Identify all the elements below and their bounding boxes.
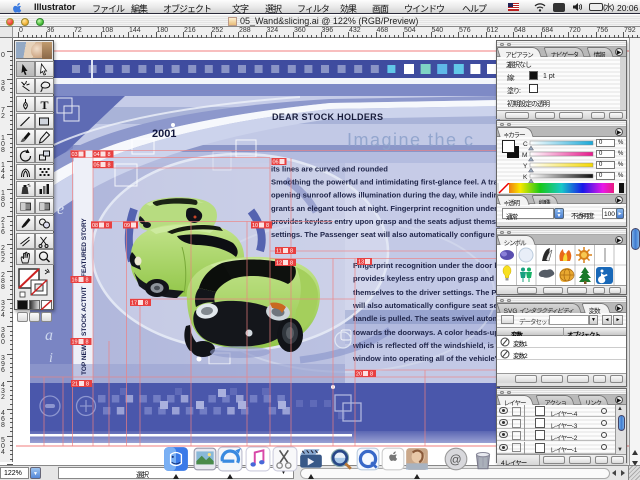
svg-text:DEAR STOCK HOLDERS: DEAR STOCK HOLDERS <box>272 112 383 122</box>
svg-text:8: 8 <box>370 372 373 378</box>
svg-text:04: 04 <box>94 152 100 158</box>
svg-text:Smoothing the powerful and int: Smoothing the powerful and intimidating … <box>271 178 499 187</box>
svg-text:opening sunroof allows illumin: opening sunroof allows illumination duri… <box>271 191 501 200</box>
svg-text:@: @ <box>450 452 462 466</box>
svg-text:12: 12 <box>276 261 282 267</box>
svg-text:8: 8 <box>86 382 89 388</box>
svg-text:8: 8 <box>290 249 293 255</box>
svg-text:K: K <box>523 174 528 181</box>
svg-text:8: 8 <box>145 301 148 307</box>
svg-text:8: 8 <box>108 163 111 169</box>
svg-text:T: T <box>41 98 49 111</box>
svg-text:8: 8 <box>86 278 89 284</box>
svg-text:M: M <box>522 152 527 159</box>
svg-text:19: 19 <box>72 340 78 346</box>
svg-text:03: 03 <box>72 152 78 158</box>
svg-text:8: 8 <box>106 223 109 229</box>
svg-text:TOP NEW: TOP NEW <box>81 344 88 375</box>
svg-text:its lines are curved and round: its lines are curved and rounded <box>271 165 388 174</box>
svg-text:STOCK ACTIVIT: STOCK ACTIVIT <box>81 286 88 336</box>
svg-text:17: 17 <box>131 301 137 307</box>
svg-text:8: 8 <box>290 261 293 267</box>
svg-text:grants an elegant touch at nig: grants an elegant touch at night. Finger… <box>271 204 497 213</box>
svg-text:16: 16 <box>72 278 78 284</box>
svg-text:20: 20 <box>356 372 362 378</box>
svg-text:13: 13 <box>358 260 364 266</box>
svg-text:window into operating all of t: window into operating all of the vehicle… <box>352 354 497 363</box>
svg-text:09: 09 <box>124 223 130 229</box>
svg-text:06: 06 <box>273 160 279 166</box>
svg-text:provides keyless entry upon gr: provides keyless entry upon grasp and th <box>353 274 504 283</box>
svg-text:8: 8 <box>266 223 269 229</box>
svg-text:8: 8 <box>108 152 111 158</box>
svg-text:05: 05 <box>94 163 100 169</box>
svg-text:will also automatically config: will also automatically configure seat s… <box>352 301 501 310</box>
svg-text:08: 08 <box>92 223 98 229</box>
svg-text:towards the doorways. A color: towards the doorways. A color heads-up <box>353 328 499 337</box>
svg-text:Imagine the c: Imagine the c <box>347 130 475 150</box>
svg-text:which is reflected off the win: which is reflected off the windshield, i… <box>352 341 504 350</box>
svg-text:Fingerprint recognition under: Fingerprint recognition under the door h <box>353 261 499 270</box>
svg-text:e: e <box>57 201 64 218</box>
svg-text:settings. The Passenger seat w: settings. The Passenger seat will also a… <box>271 230 510 239</box>
svg-text:10: 10 <box>252 223 258 229</box>
svg-text:2001: 2001 <box>152 128 176 140</box>
svg-text:21: 21 <box>72 382 78 388</box>
svg-text:Y: Y <box>523 163 528 170</box>
svg-text:8: 8 <box>86 340 89 346</box>
svg-text:i: i <box>49 351 53 366</box>
svg-text:C: C <box>523 141 528 148</box>
svg-text:handle is pulled. The seats sw: handle is pulled. The seats swivel autom… <box>353 314 504 323</box>
svg-text:themselves to the driver setti: themselves to the driver settings. The P… <box>353 288 501 297</box>
svg-text:11: 11 <box>276 249 282 255</box>
svg-text:a: a <box>45 327 53 344</box>
svg-text:FEATURED STORY: FEATURED STORY <box>81 218 88 277</box>
